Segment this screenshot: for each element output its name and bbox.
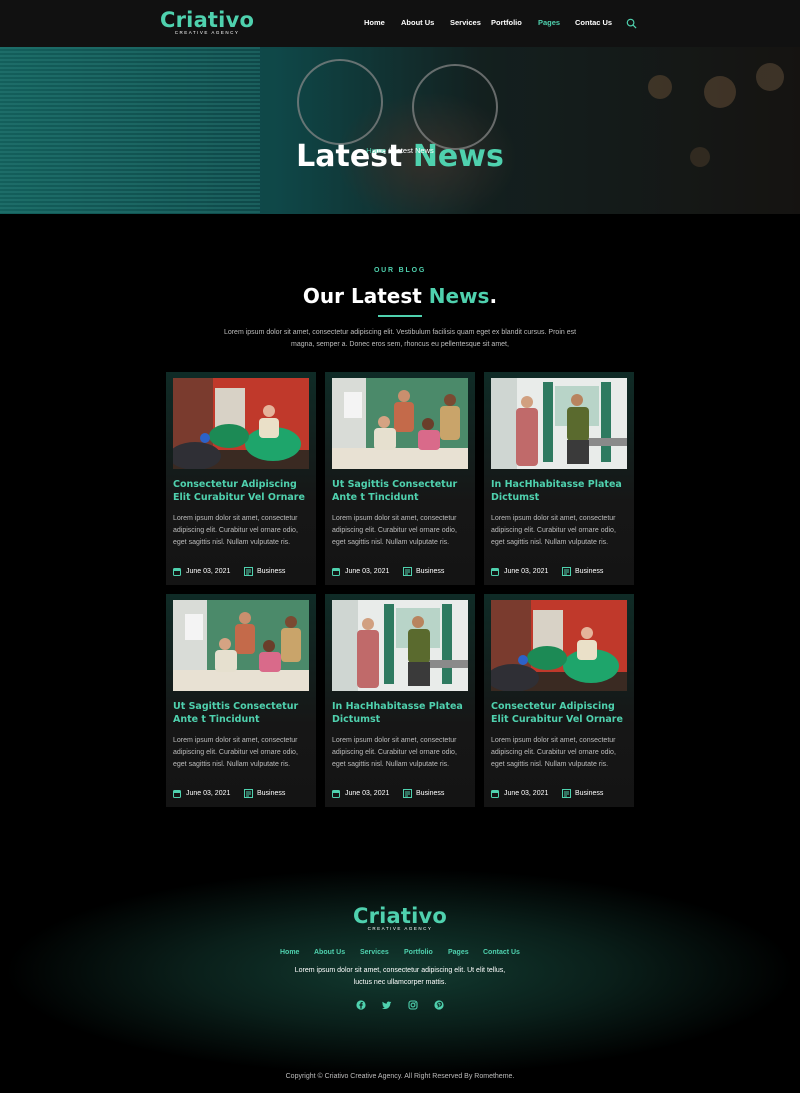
calendar-icon — [491, 790, 499, 798]
nav-portfolio[interactable]: Portfolio — [491, 18, 522, 27]
category-icon — [403, 789, 412, 798]
post-thumbnail-beanbag[interactable] — [173, 378, 309, 469]
pinterest-icon[interactable] — [434, 1000, 444, 1010]
post-date: June 03, 2021 — [345, 790, 390, 797]
post-meta: June 03, 2021 Business — [332, 567, 472, 577]
post-thumbnail-conversation[interactable] — [332, 600, 468, 691]
category-icon — [244, 789, 253, 798]
breadcrumb-home[interactable]: Home — [366, 146, 386, 155]
post-thumbnail-beanbag[interactable] — [491, 600, 627, 691]
post-excerpt: Lorem ipsum dolor sit amet, consectetur … — [173, 737, 298, 768]
search-icon[interactable] — [626, 18, 637, 29]
blog-card[interactable]: Consectetur Adipiscing Elit Curabitur Ve… — [166, 372, 316, 585]
page-title-part2: News — [412, 139, 504, 174]
section-title-part2: News — [428, 284, 490, 308]
calendar-icon — [173, 568, 181, 576]
section-title-underline — [378, 315, 422, 317]
footer-nav-pages[interactable]: Pages — [448, 949, 469, 956]
copyright-text: Copyright © Criativo Creative Agency. Al… — [285, 1073, 515, 1080]
post-excerpt: Lorem ipsum dolor sit amet, consectetur … — [332, 737, 457, 768]
post-category[interactable]: Business — [257, 568, 285, 575]
calendar-icon — [332, 790, 340, 798]
footer-nav-portfolio[interactable]: Portfolio — [404, 949, 433, 956]
post-title[interactable]: Ut Sagittis Consectetur Ante t Tincidunt — [173, 700, 309, 726]
post-category[interactable]: Business — [416, 790, 444, 797]
post-category[interactable]: Business — [575, 568, 603, 575]
post-excerpt: Lorem ipsum dolor sit amet, consectetur … — [332, 515, 457, 546]
main-nav: Home About Us Services Portfolio Pages C… — [0, 18, 800, 30]
footer-nav-contact-us[interactable]: Contact Us — [483, 949, 520, 956]
blog-card[interactable]: In HacHhabitasse Platea Dictumst Lorem i… — [484, 372, 634, 585]
post-thumbnail-meeting[interactable] — [173, 600, 309, 691]
section-label: OUR BLOG — [373, 267, 427, 274]
footer-nav: Home About Us Services Portfolio Pages C… — [0, 949, 800, 959]
site-header: Criativo CREATIVE AGENCY Home About Us S… — [0, 0, 800, 47]
post-meta: June 03, 2021 Business — [173, 567, 313, 577]
post-date: June 03, 2021 — [186, 568, 231, 575]
post-title[interactable]: In HacHhabitasse Platea Dictumst — [491, 478, 627, 504]
nav-home[interactable]: Home — [364, 18, 385, 27]
post-meta: June 03, 2021 Business — [491, 789, 631, 799]
post-thumbnail-meeting[interactable] — [332, 378, 468, 469]
footer-logo[interactable]: Criativo CREATIVE AGENCY — [0, 904, 800, 931]
footer-logo-tagline: CREATIVE AGENCY — [367, 926, 433, 931]
category-icon — [403, 567, 412, 576]
nav-services[interactable]: Services — [450, 18, 481, 27]
blog-card[interactable]: In HacHhabitasse Platea Dictumst Lorem i… — [325, 594, 475, 807]
instagram-icon[interactable] — [408, 1000, 418, 1010]
section-title-part1: Our Latest — [302, 284, 422, 308]
blog-card[interactable]: Consectetur Adipiscing Elit Curabitur Ve… — [484, 594, 634, 807]
post-excerpt: Lorem ipsum dolor sit amet, consectetur … — [491, 737, 616, 768]
post-category[interactable]: Business — [416, 568, 444, 575]
post-title[interactable]: In HacHhabitasse Platea Dictumst — [332, 700, 468, 726]
category-icon — [244, 567, 253, 576]
blog-card[interactable]: Ut Sagittis Consectetur Ante t Tincidunt… — [325, 372, 475, 585]
nav-about-us[interactable]: About Us — [401, 18, 434, 27]
page-title-part1: Latest — [296, 139, 403, 174]
hero-background-photo — [0, 47, 800, 214]
section-title-end: . — [489, 284, 498, 308]
post-meta: June 03, 2021 Business — [332, 789, 472, 799]
site-footer: Criativo CREATIVE AGENCY Home About Us S… — [0, 860, 800, 1093]
post-title[interactable]: Consectetur Adipiscing Elit Curabitur Ve… — [491, 700, 627, 726]
calendar-icon — [332, 568, 340, 576]
page-hero: Latest News — [0, 47, 800, 214]
footer-description: Lorem ipsum dolor sit amet, consectetur … — [294, 967, 506, 986]
footer-logo-wordmark: Criativo — [352, 904, 448, 928]
nav-contact-us[interactable]: Contac Us — [575, 18, 612, 27]
calendar-icon — [173, 790, 181, 798]
post-title[interactable]: Consectetur Adipiscing Elit Curabitur Ve… — [173, 478, 309, 504]
post-category[interactable]: Business — [575, 790, 603, 797]
footer-nav-services[interactable]: Services — [360, 949, 389, 956]
twitter-icon[interactable] — [382, 1000, 392, 1010]
footer-nav-about-us[interactable]: About Us — [314, 949, 345, 956]
footer-nav-home[interactable]: Home — [280, 949, 299, 956]
post-category[interactable]: Business — [257, 790, 285, 797]
post-title[interactable]: Ut Sagittis Consectetur Ante t Tincidunt — [332, 478, 468, 504]
breadcrumb: Home / Latest News — [0, 146, 800, 155]
category-icon — [562, 789, 571, 798]
post-meta: June 03, 2021 Business — [491, 567, 631, 577]
category-icon — [562, 567, 571, 576]
calendar-icon — [491, 568, 499, 576]
post-excerpt: Lorem ipsum dolor sit amet, consectetur … — [491, 515, 616, 546]
post-date: June 03, 2021 — [186, 790, 231, 797]
post-date: June 03, 2021 — [345, 568, 390, 575]
section-description: Lorem ipsum dolor sit amet, consectetur … — [223, 329, 577, 348]
blog-card[interactable]: Ut Sagittis Consectetur Ante t Tincidunt… — [166, 594, 316, 807]
post-excerpt: Lorem ipsum dolor sit amet, consectetur … — [173, 515, 298, 546]
section-title: Our Latest News. — [0, 283, 800, 309]
breadcrumb-current: Latest News — [392, 146, 434, 155]
facebook-icon[interactable] — [356, 1000, 366, 1010]
post-meta: June 03, 2021 Business — [173, 789, 313, 799]
post-date: June 03, 2021 — [504, 790, 549, 797]
social-links — [0, 1000, 800, 1012]
nav-pages[interactable]: Pages — [538, 18, 560, 27]
post-thumbnail-conversation[interactable] — [491, 378, 627, 469]
post-date: June 03, 2021 — [504, 568, 549, 575]
